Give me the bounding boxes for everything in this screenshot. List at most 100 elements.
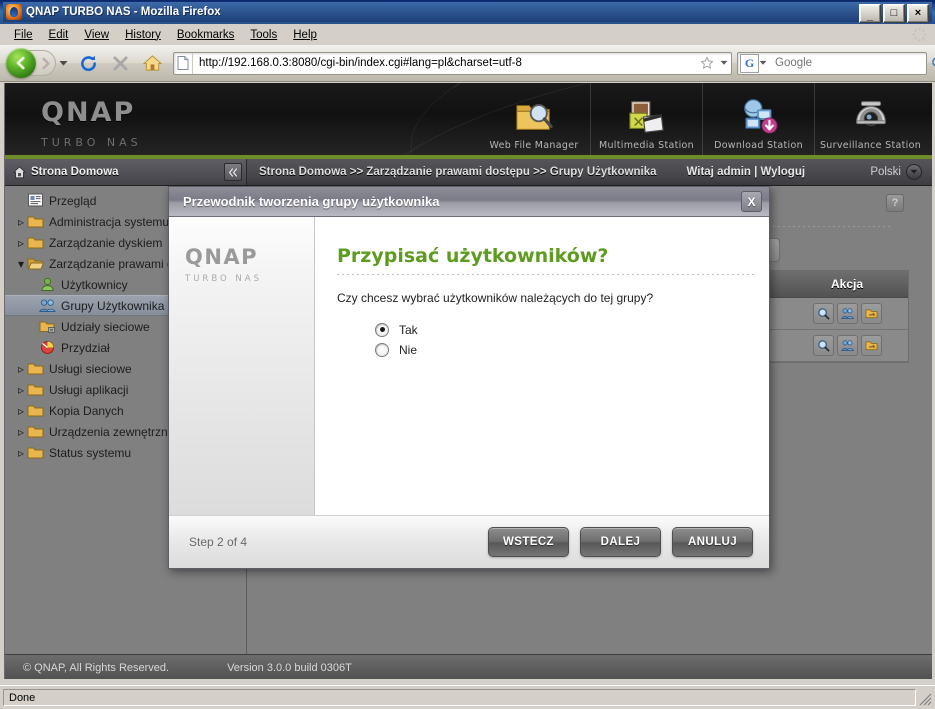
details-magnifier-icon[interactable] [812,335,834,356]
folder-icon [27,426,44,438]
menu-view-label: View [84,28,110,41]
dialog-question: Czy chcesz wybrać użytkowników należącyc… [337,291,654,305]
sidebar-item-label: Urządzenia zewnętrzne [49,424,175,439]
next-button[interactable]: DALEJ [580,527,661,557]
dialog-qnap-logo: QNAP TURBO NAS [185,245,262,284]
footer-copyright: © QNAP, All Rights Reserved. [23,662,170,674]
dialog-close-button[interactable]: X [741,191,762,212]
shared-folder-permission-icon[interactable] [860,335,882,356]
menu-help[interactable]: Help [285,27,325,43]
back-button[interactable]: WSTECZ [488,527,569,557]
chevron-down-icon [720,60,728,65]
browser-toolbar: G [0,45,935,82]
app-shortcut-label: Surveillance Station [819,140,922,151]
help-button[interactable]: ? [886,194,904,212]
bookmark-star-icon[interactable] [697,56,717,70]
tree-twisty[interactable]: ▹ [15,425,27,439]
tree-twisty[interactable]: ▹ [15,215,27,229]
url-dropdown-button[interactable] [717,60,731,66]
dialog-radio-group: Tak Nie [375,321,769,358]
maximize-button[interactable]: □ [883,4,905,23]
menu-history[interactable]: History [117,27,169,43]
dialog-heading: Przypisać użytkowników? [337,245,609,267]
tree-twisty[interactable]: ▾ [15,257,27,271]
dome-camera-icon [855,101,886,127]
menu-edit-label: Edit [48,28,69,41]
tree-twisty[interactable]: ▹ [15,446,27,460]
download-screens-icon [743,99,778,134]
tree-twisty[interactable]: ▹ [15,236,27,250]
search-engine-dropdown[interactable] [759,60,767,66]
google-engine-icon[interactable]: G [740,53,759,73]
app-shortcut-download-station[interactable]: Download Station [702,83,814,155]
dialog-footer: Step 2 of 4 WSTECZ DALEJ ANULUJ [169,515,769,568]
status-bar: Done [0,685,935,709]
reload-button[interactable] [74,49,102,77]
stop-icon [112,55,128,71]
details-magnifier-icon[interactable] [812,303,834,324]
magnifier-icon[interactable] [931,56,935,71]
dialog-sidebar: QNAP TURBO NAS [169,217,315,515]
browser-window: QNAP TURBO NAS - Mozilla Firefox _ □ × F… [0,0,935,709]
stop-button[interactable] [106,49,134,77]
breadcrumb: Strona Domowa >> Zarządzanie prawami dos… [259,166,657,178]
user-greeting-logout[interactable]: Witaj admin | Wyloguj [687,166,806,178]
radio-option-tak[interactable]: Tak [375,321,769,338]
radio-button-unselected[interactable] [375,342,389,357]
members-users-icon[interactable] [836,303,858,324]
dialog-title: Przewodnik tworzenia grupy użytkownika [183,194,440,209]
app-shortcut-web-file-manager[interactable]: Web File Manager [478,83,590,155]
home-icon [142,55,162,71]
folder-icon [27,384,44,396]
tree-twisty[interactable]: ▹ [15,404,27,418]
menu-bookmarks[interactable]: Bookmarks [169,27,243,43]
menu-tools-label: Tools [250,28,278,41]
tree-twisty[interactable]: ▹ [15,383,27,397]
home-tab-label: Strona Domowa [31,166,119,178]
history-dropdown-button[interactable] [56,50,70,76]
menu-bookmarks-label: Bookmarks [176,28,235,41]
cancel-button[interactable]: ANULUJ [672,527,753,557]
user-group-icon [39,299,56,312]
close-label: × [914,7,922,19]
page-footer: © QNAP, All Rights Reserved. Version 3.0… [5,654,932,679]
menu-view[interactable]: View [76,27,117,43]
sidebar-collapse-button[interactable] [224,163,242,181]
tree-twisty[interactable]: ▹ [15,362,27,376]
language-label: Polski [870,166,901,178]
menu-edit[interactable]: Edit [41,27,77,43]
menu-file[interactable]: File [6,27,41,43]
reload-icon [80,55,96,71]
folder-icon [27,405,44,417]
sidebar-item-label: Usługi aplikacji [49,382,129,397]
sidebar-item-label: Przydział [61,340,110,355]
menu-tools[interactable]: Tools [242,27,285,43]
menu-history-label: History [125,28,161,41]
back-button[interactable] [6,48,36,78]
nav-strip: Strona Domowa Strona Domowa >> Zarządzan… [5,159,932,186]
radio-button-selected[interactable] [375,322,389,337]
url-input[interactable] [193,56,697,70]
footer-version: Version 3.0.0 build 0306T [227,662,352,674]
radio-label: Tak [399,322,418,337]
search-input[interactable] [767,56,931,70]
home-lock-icon [13,165,26,178]
dialog-heading-divider [337,274,757,275]
status-text: Done [9,691,36,704]
search-bar[interactable]: G [737,51,935,75]
radio-option-nie[interactable]: Nie [375,341,769,358]
shared-folder-permission-icon[interactable] [860,303,882,324]
sidebar-item-label: Udziały sieciowe [61,319,150,334]
status-panel: Done [3,689,916,706]
app-shortcut-multimedia-station[interactable]: Multimedia Station [590,83,702,155]
app-shortcut-surveillance-station[interactable]: Surveillance Station [814,83,926,155]
url-bar[interactable] [173,51,732,75]
close-button[interactable]: × [907,4,929,23]
resize-grip-icon[interactable] [916,690,932,706]
home-button[interactable] [138,49,166,77]
minimize-button[interactable]: _ [859,4,881,23]
members-users-icon[interactable] [836,335,858,356]
language-selector[interactable]: Polski [870,164,922,180]
home-tab[interactable]: Strona Domowa [5,159,247,185]
dialog-content: Przypisać użytkowników? Czy chcesz wybra… [315,217,769,515]
